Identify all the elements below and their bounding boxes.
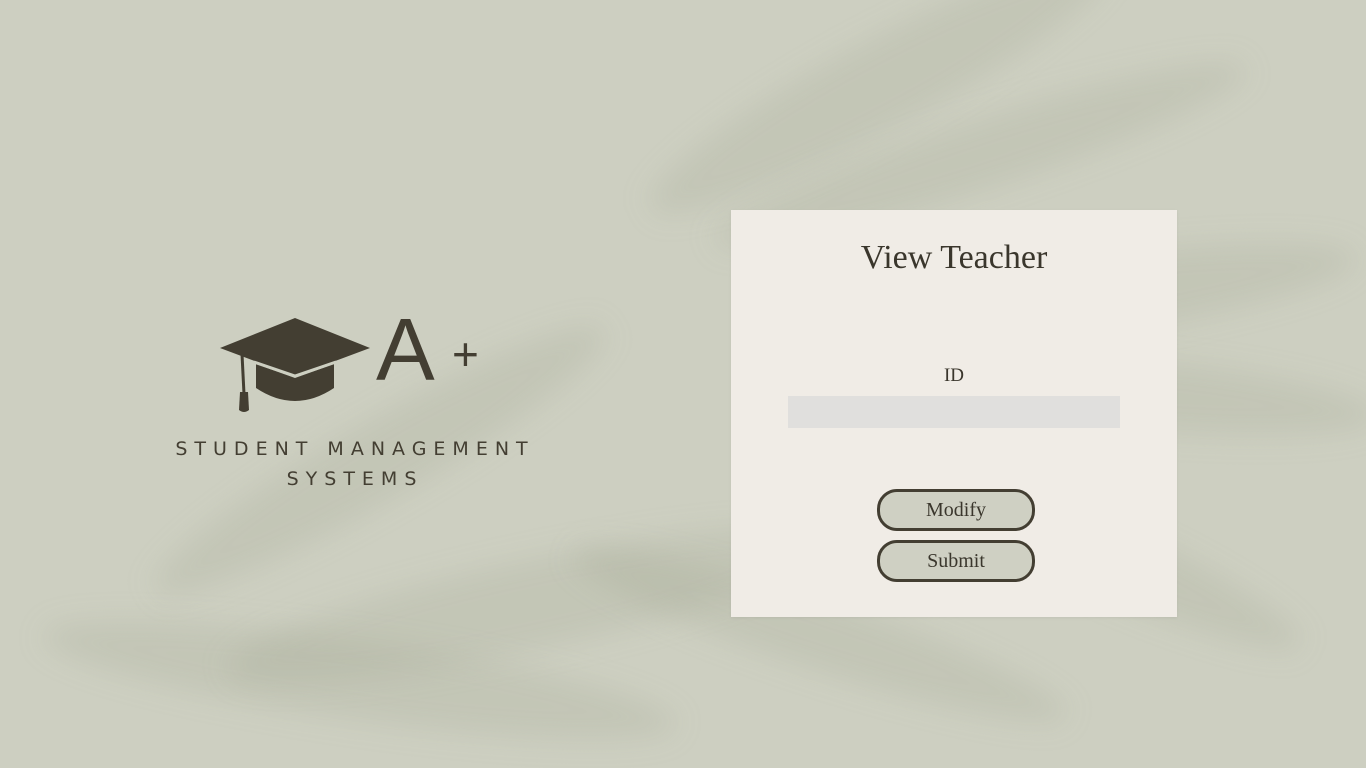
logo-letter-a: A	[376, 300, 435, 399]
page-title: View Teacher	[860, 239, 1048, 276]
logo-tagline-line2: SYSTEMS	[286, 468, 424, 490]
logo-plus-sign: +	[452, 328, 479, 380]
submit-button[interactable]: Submit	[877, 540, 1035, 582]
modify-button[interactable]: Modify	[877, 489, 1035, 531]
id-label: ID	[943, 365, 965, 386]
logo-tagline: STUDENT MANAGEMENT SYSTEMS	[140, 434, 570, 494]
id-field[interactable]	[788, 396, 1120, 428]
logo-tagline-line1: STUDENT MANAGEMENT	[175, 438, 535, 460]
app-logo: A + STUDENT MANAGEMENT SYSTEMS	[140, 300, 570, 500]
graduation-cap-icon	[220, 318, 370, 412]
view-teacher-card: View Teacher ID Modify Submit	[731, 210, 1177, 617]
